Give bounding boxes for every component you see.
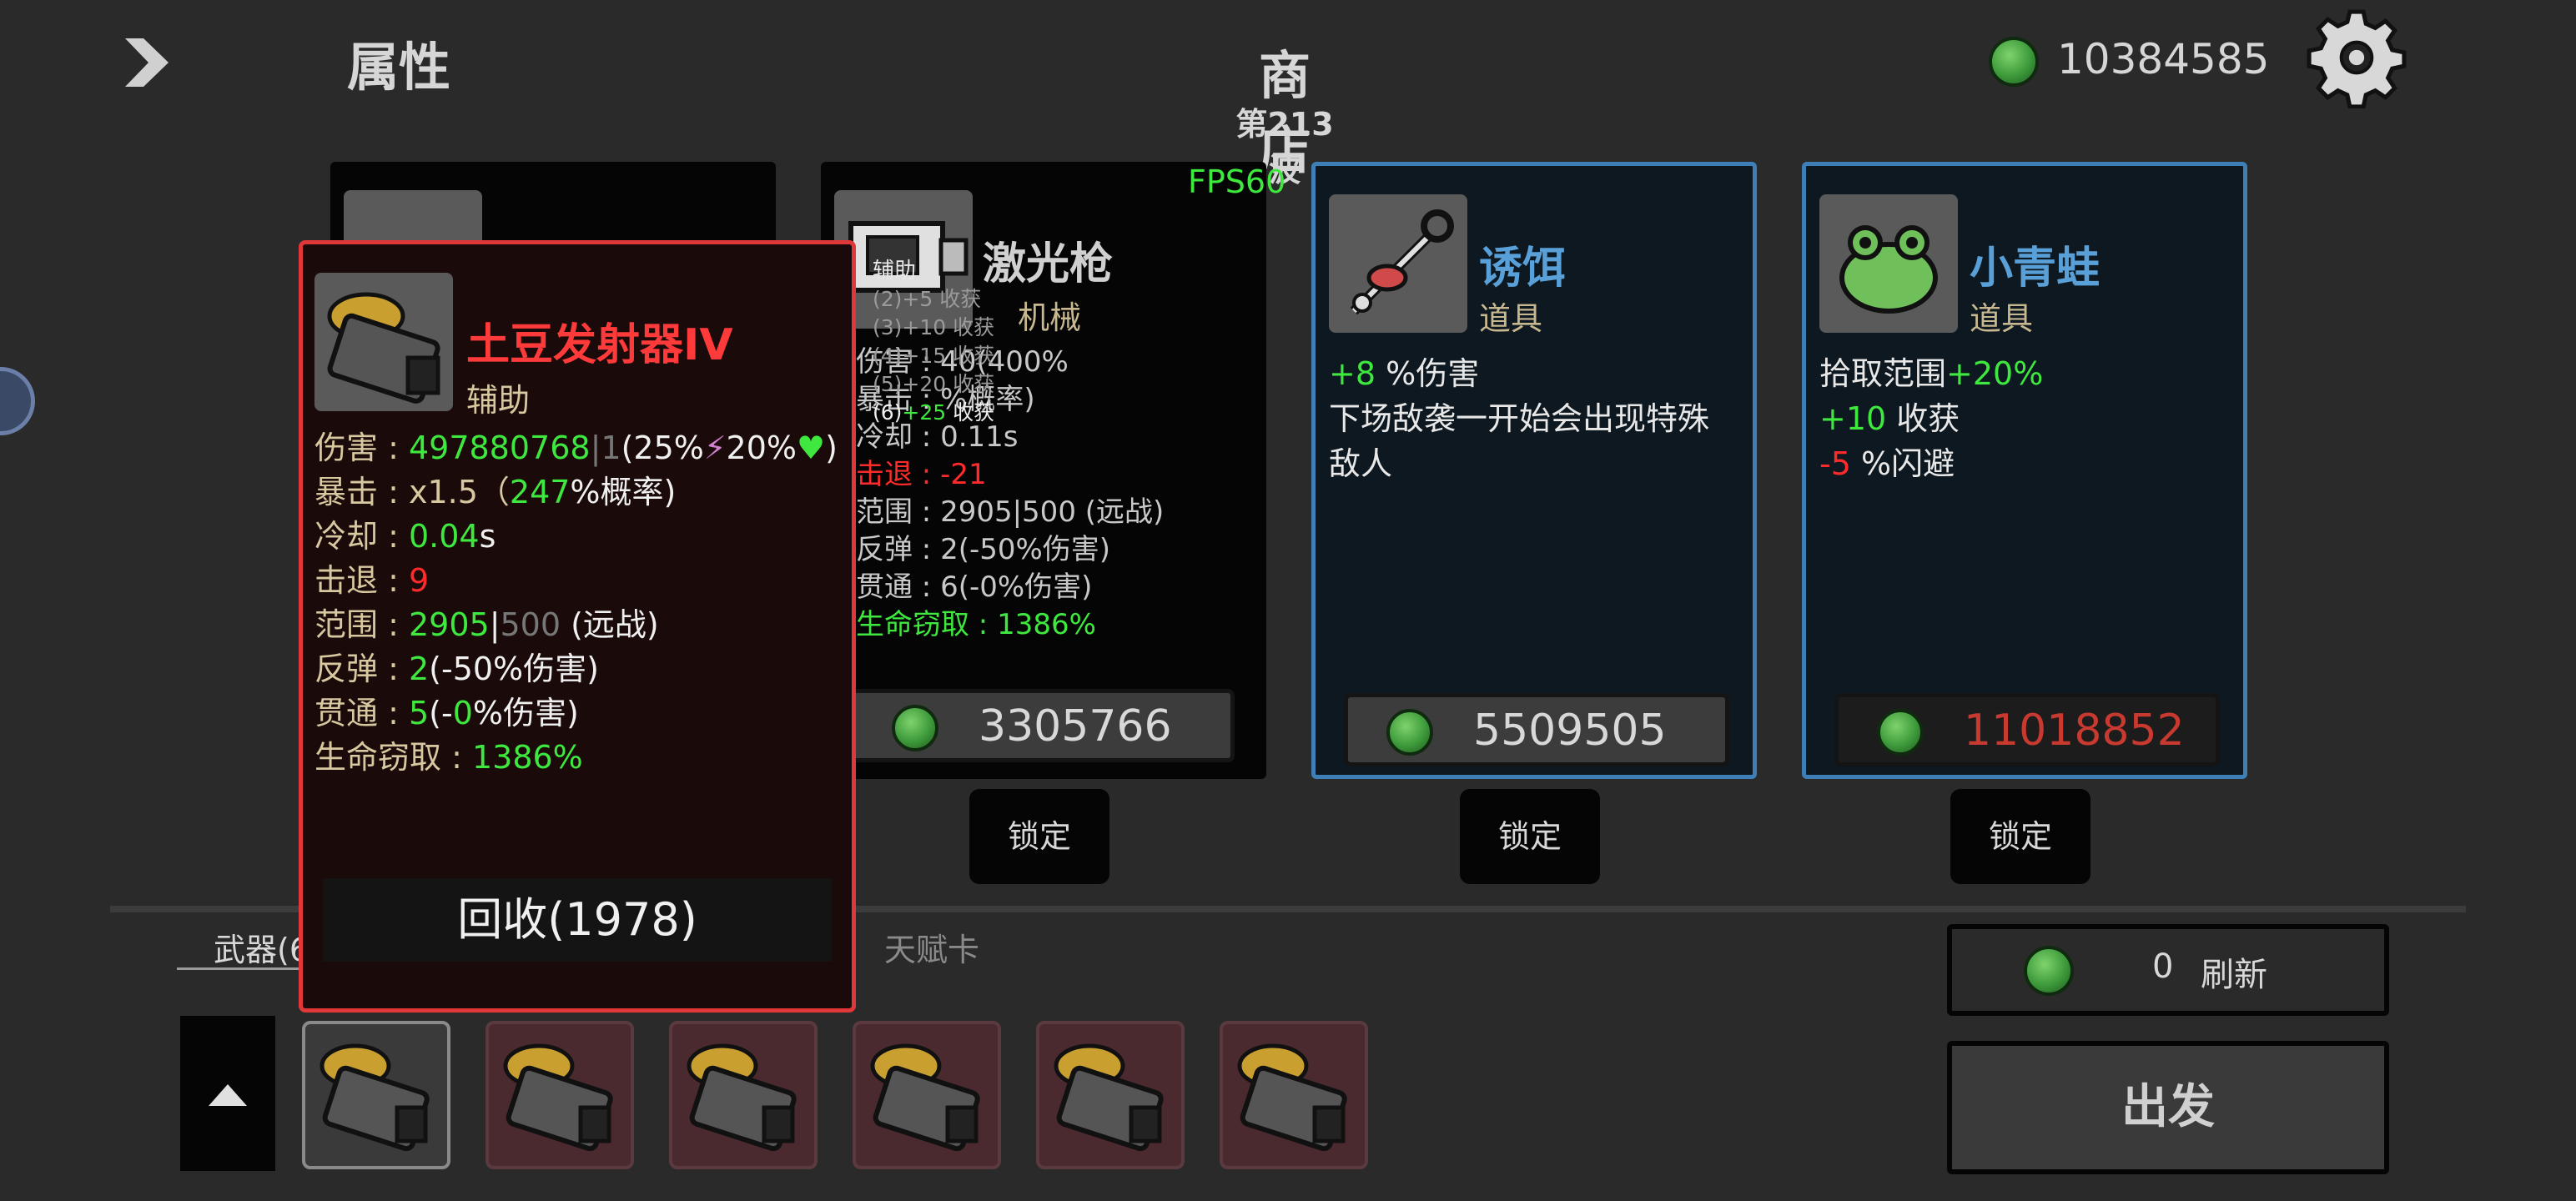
coin-icon: [2024, 946, 2074, 996]
price-box[interactable]: 5509505: [1344, 693, 1729, 766]
expand-button[interactable]: [180, 1016, 275, 1171]
fps-counter: FPS60: [1188, 163, 1286, 200]
potato-launcher-icon: [687, 1043, 797, 1152]
bait-icon: [1329, 194, 1467, 333]
potato-launcher-icon: [1237, 1043, 1347, 1152]
money-counter: 10384585: [2057, 35, 2270, 83]
refresh-cost: 0: [2152, 947, 2174, 986]
item-category: 机械: [1018, 299, 1082, 336]
stat-bounce: 反弹 : 2(-50%伤害): [314, 651, 599, 687]
depart-button[interactable]: 出发: [1947, 1041, 2389, 1174]
tab-talent-cards[interactable]: 天赋卡: [884, 924, 979, 970]
refresh-button[interactable]: 0 刷新: [1947, 924, 2389, 1016]
stat-line: 范围 : 2905|500 (远战): [856, 495, 1165, 529]
price-value: 3305766: [979, 701, 1172, 751]
set-bonus-line: (5)+20 收获: [873, 372, 995, 396]
shop-card-bait[interactable]: 诱饵 道具 +8 %伤害 下场敌袭一开始会出现特殊 敌人 5509505: [1311, 162, 1757, 779]
item-name: 诱饵: [1479, 244, 1567, 294]
weapon-slot[interactable]: [1220, 1021, 1368, 1169]
attributes-title[interactable]: 属性: [347, 25, 450, 100]
desc-line: +10 收获: [1819, 400, 1960, 437]
item-description: 拾取范围+20% +10 收获 -5 %闪避: [1819, 351, 2236, 486]
shop-card-frog[interactable]: 小青蛙 道具 拾取范围+20% +10 收获 -5 %闪避 11018852: [1802, 162, 2247, 779]
coin-icon: [1386, 709, 1433, 756]
stat-line: 反弹 : 2(-50%伤害): [856, 533, 1111, 566]
weapon-slot[interactable]: [669, 1021, 818, 1169]
desc-line: 敌人: [1329, 445, 1393, 482]
weapon-slot[interactable]: [1036, 1021, 1185, 1169]
item-name: 小青蛙: [1970, 244, 2101, 294]
tooltip-item-category: 辅助: [466, 382, 531, 419]
stat-cooldown: 冷却 : 0.04s: [314, 518, 496, 555]
lock-button[interactable]: 锁定: [1460, 789, 1600, 884]
potato-launcher-icon: [314, 273, 453, 411]
coin-icon: [1877, 709, 1924, 756]
weapon-slot[interactable]: [302, 1021, 450, 1169]
potato-launcher-icon: [319, 1043, 430, 1152]
set-bonus-title: 辅助: [873, 259, 917, 284]
stat-lifesteal: 生命窃取 : 1386%: [314, 739, 583, 776]
set-bonus-line: (4)+15 收获: [873, 344, 995, 368]
stat-line: 生命窃取 : 1386%: [856, 608, 1096, 641]
gear-icon[interactable]: [2306, 7, 2407, 108]
tooltip-item-name: 土豆发射器IV: [466, 320, 733, 370]
coin-icon: [1989, 37, 2039, 87]
arrow-up-icon: [209, 1084, 247, 1106]
stat-crit: 暴击 : x1.5（247%概率): [314, 474, 677, 510]
stat-damage: 伤害 : 497880768|1(25%⚡20%♥): [314, 430, 838, 466]
side-badge[interactable]: [0, 367, 35, 435]
set-bonus-current: (6)+25 收获: [873, 400, 995, 425]
price-box[interactable]: 3305766: [849, 689, 1235, 762]
item-category: 道具: [1479, 300, 1543, 337]
potato-launcher-icon: [503, 1043, 613, 1152]
potato-launcher-icon: [1054, 1043, 1164, 1152]
set-bonus-popup: 辅助 (2)+5 收获 (3)+10 收获 (4)+15 收获 (5)+20 收…: [873, 257, 1023, 427]
recycle-button[interactable]: 回收(1978): [323, 878, 832, 962]
tab-weapons[interactable]: 武器(6: [214, 924, 309, 970]
frog-icon: [1819, 194, 1958, 333]
lock-button[interactable]: 锁定: [1950, 789, 2090, 884]
stat-knockback: 击退 : 9: [314, 562, 430, 599]
tooltip-stats: 伤害 : 497880768|1(25%⚡20%♥) 暴击 : x1.5（247…: [314, 426, 838, 780]
stat-pierce: 贯通 : 5(-0%伤害): [314, 695, 579, 731]
lock-button[interactable]: 锁定: [969, 789, 1109, 884]
stat-line: 击退 : -21: [856, 458, 987, 491]
stat-line: 贯通 : 6(-0%伤害): [856, 570, 1093, 604]
desc-line: 下场敌袭一开始会出现特殊: [1329, 400, 1710, 437]
set-bonus-line: (3)+10 收获: [873, 315, 995, 339]
desc-line: +8 %伤害: [1329, 355, 1480, 392]
refresh-label: 刷新: [2201, 956, 2267, 994]
chevron-right-icon[interactable]: [117, 33, 175, 92]
item-category: 道具: [1970, 300, 2034, 337]
weapon-slot[interactable]: [853, 1021, 1001, 1169]
weapon-slot[interactable]: [486, 1021, 634, 1169]
item-tooltip: 土豆发射器IV 辅助 伤害 : 497880768|1(25%⚡20%♥) 暴击…: [299, 240, 856, 1013]
item-description: +8 %伤害 下场敌袭一开始会出现特殊 敌人: [1329, 351, 1746, 486]
potato-launcher-icon: [870, 1043, 980, 1152]
desc-line: -5 %闪避: [1819, 445, 1955, 482]
stat-range: 范围 : 2905|500 (远战): [314, 606, 659, 643]
price-value: 5509505: [1473, 706, 1667, 756]
coin-icon: [892, 705, 938, 751]
price-box[interactable]: 11018852: [1834, 693, 2220, 766]
desc-line: 拾取范围+20%: [1819, 355, 2044, 392]
price-value: 11018852: [1964, 706, 2185, 756]
set-bonus-line: (2)+5 收获: [873, 287, 982, 311]
